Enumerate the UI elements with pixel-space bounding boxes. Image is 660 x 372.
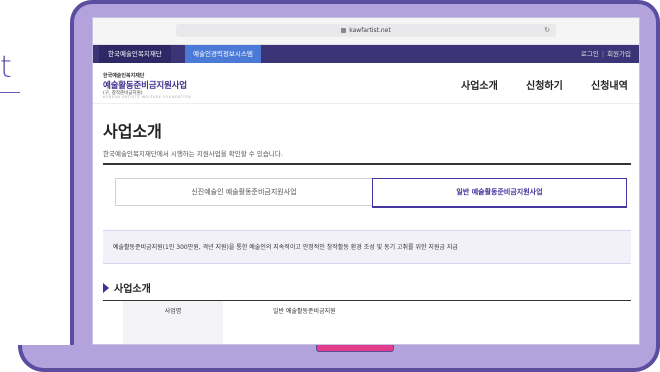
- background-underline: [0, 92, 20, 93]
- browser-toolbar: kawfartist.net ↻: [93, 18, 639, 45]
- logo-org-name: 한국예술인복지재단: [103, 73, 145, 79]
- section-title: 사업소개: [114, 284, 151, 295]
- table-row: 사업명 일반 예술활동준비금지원: [103, 301, 631, 344]
- tab-new-artist-program[interactable]: 신진예술인 예술활동준비금지원사업: [115, 178, 373, 206]
- program-tabs: 신진예술인 예술활동준비금지원사업 일반 예술활동준비금지원사업: [115, 178, 627, 208]
- tab-career-system[interactable]: 예술인경력정보시스템: [185, 45, 261, 63]
- tab-foundation[interactable]: 한국예술인복지재단: [99, 45, 171, 63]
- logo-english: KOREAN ARTISTS WELFARE FOUNDATION: [103, 95, 192, 99]
- address-bar[interactable]: kawfartist.net ↻: [176, 24, 556, 37]
- site-header: 한국예술인복지재단 예술활동준비금지원사업 (구, 창작준비금지원) KOREA…: [93, 63, 639, 104]
- chevron-right-icon: [103, 283, 109, 293]
- lock-icon: [341, 28, 347, 33]
- background-partial-text: t: [0, 50, 12, 85]
- page-title: 사업소개: [103, 122, 162, 141]
- section-heading: 사업소개: [103, 280, 151, 295]
- reload-icon[interactable]: ↻: [544, 26, 550, 35]
- nav-about[interactable]: 사업소개: [461, 77, 498, 92]
- nav-apply[interactable]: 신청하기: [526, 77, 563, 92]
- tab-general-program[interactable]: 일반 예술활동준비금지원사업: [372, 178, 627, 208]
- laptop-notch: [316, 345, 394, 352]
- link-separator: |: [601, 50, 605, 58]
- browser-screen: kawfartist.net ↻ 한국예술인복지재단 예술인경력정보시스템 로그…: [92, 17, 640, 345]
- url-text: kawfartist.net: [349, 27, 391, 34]
- program-notice: 예술활동준비금지원(1인 300만원, 격년 지원)을 통한 예술인의 지속적이…: [103, 230, 631, 264]
- page-heading: 사업소개 한국예술인복지재단에서 시행하는 지원사업을 확인할 수 있습니다.: [103, 118, 283, 158]
- signup-link[interactable]: 회원가입: [607, 50, 631, 58]
- table-header-cell: 사업명: [123, 301, 223, 344]
- table-value-cell: 일반 예술활동준비금지원: [273, 308, 336, 315]
- site-topbar: 한국예술인복지재단 예술인경력정보시스템 로그인 | 회원가입: [93, 45, 639, 63]
- nav-history[interactable]: 신청내역: [591, 77, 628, 92]
- account-links: 로그인 | 회원가입: [581, 45, 631, 63]
- title-divider: [103, 163, 631, 165]
- page-subtitle: 한국예술인복지재단에서 시행하는 지원사업을 확인할 수 있습니다.: [103, 150, 283, 158]
- login-link[interactable]: 로그인: [581, 50, 599, 58]
